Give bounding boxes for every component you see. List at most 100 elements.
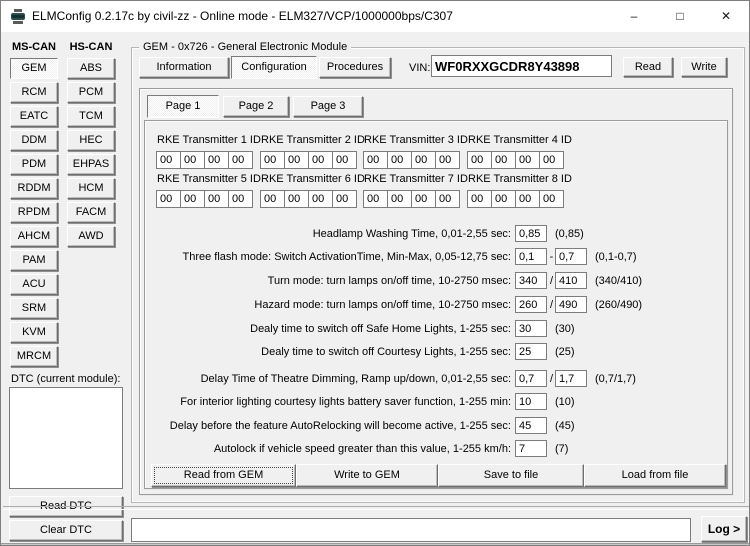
rke-3-byte-1[interactable]	[363, 151, 388, 169]
rke-8-byte-1[interactable]	[467, 190, 492, 208]
safe-home-lights-input[interactable]	[515, 320, 547, 337]
rke-4-byte-3[interactable]	[515, 151, 540, 169]
param-row-battery-saver: For interior lighting courtesy lights ba…	[145, 393, 727, 411]
sidebar-item-pcm[interactable]: PCM	[67, 82, 115, 103]
log-toggle-button[interactable]: Log >	[701, 516, 747, 542]
sidebar-item-hec[interactable]: HEC	[67, 130, 115, 151]
autorelocking-delay-input[interactable]	[515, 417, 547, 434]
sidebar-item-tcm[interactable]: TCM	[67, 106, 115, 127]
clear-dtc-button[interactable]: Clear DTC	[9, 520, 123, 541]
rke-3-byte-2[interactable]	[387, 151, 412, 169]
param-row-three-flash: Three flash mode: Switch ActivationTime,…	[145, 248, 727, 266]
rke-2-label: RKE Transmitter 2 ID	[261, 134, 365, 146]
param-label: Hazard mode: turn lamps on/off time, 10-…	[254, 299, 511, 311]
hazard-off-time-input[interactable]	[555, 296, 587, 313]
rke-5-label: RKE Transmitter 5 ID	[157, 173, 261, 185]
rke-5-byte-3[interactable]	[204, 190, 229, 208]
rke-2-byte-1[interactable]	[260, 151, 285, 169]
tab-page-2[interactable]: Page 2	[223, 96, 289, 117]
minimize-button[interactable]: –	[611, 1, 657, 32]
sidebar-item-awd[interactable]: AWD	[67, 226, 115, 247]
sidebar-item-ehpas[interactable]: EHPAS	[67, 154, 115, 175]
theatre-dimming-up-input[interactable]	[515, 370, 547, 387]
tab-configuration[interactable]: Configuration	[231, 56, 317, 79]
ms-can-header: MS-CAN	[10, 41, 58, 53]
load-from-file-button[interactable]: Load from file	[584, 464, 726, 487]
vin-write-button[interactable]: Write	[681, 57, 727, 77]
close-button[interactable]: ✕	[703, 1, 749, 32]
rke-6-byte-3[interactable]	[308, 190, 333, 208]
sidebar-item-rpdm[interactable]: RPDM	[10, 202, 58, 223]
sidebar-item-hcm[interactable]: HCM	[67, 178, 115, 199]
bottom-divider	[3, 506, 749, 510]
rke-4-byte-2[interactable]	[491, 151, 516, 169]
rke-1-byte-3[interactable]	[204, 151, 229, 169]
sidebar-item-mrcm[interactable]: MRCM	[10, 346, 58, 367]
rke-4-byte-1[interactable]	[467, 151, 492, 169]
module-groupbox-title: GEM - 0x726 - General Electronic Module	[139, 41, 351, 53]
rke-3-byte-3[interactable]	[411, 151, 436, 169]
rke-7-byte-3[interactable]	[411, 190, 436, 208]
sidebar-item-srm[interactable]: SRM	[10, 298, 58, 319]
battery-saver-input[interactable]	[515, 393, 547, 410]
write-to-gem-button[interactable]: Write to GEM	[296, 464, 438, 487]
sidebar-item-facm[interactable]: FACM	[67, 202, 115, 223]
rke-4-byte-4[interactable]	[539, 151, 564, 169]
rke-2-byte-4[interactable]	[332, 151, 357, 169]
headlamp-washing-input[interactable]	[515, 225, 547, 242]
sidebar-item-gem[interactable]: GEM	[10, 58, 58, 79]
turn-off-time-input[interactable]	[555, 272, 587, 289]
app-icon	[9, 8, 27, 26]
sidebar-item-pdm[interactable]: PDM	[10, 154, 58, 175]
tab-information[interactable]: Information	[139, 57, 229, 78]
sidebar-item-abs[interactable]: ABS	[67, 58, 115, 79]
rke-2-byte-3[interactable]	[308, 151, 333, 169]
param-default: (0,85)	[555, 228, 584, 240]
rke-8-byte-2[interactable]	[491, 190, 516, 208]
save-to-file-button[interactable]: Save to file	[438, 464, 584, 487]
sidebar-item-kvm[interactable]: KVM	[10, 322, 58, 343]
rke-6-byte-2[interactable]	[284, 190, 309, 208]
sidebar-item-rddm[interactable]: RDDM	[10, 178, 58, 199]
sidebar-item-rcm[interactable]: RCM	[10, 82, 58, 103]
vin-read-button[interactable]: Read	[623, 57, 673, 77]
courtesy-lights-input[interactable]	[515, 343, 547, 360]
turn-on-time-input[interactable]	[515, 272, 547, 289]
tab-page-1[interactable]: Page 1	[147, 95, 219, 118]
rke-1-byte-2[interactable]	[180, 151, 205, 169]
rke-8-byte-3[interactable]	[515, 190, 540, 208]
theatre-dimming-down-input[interactable]	[555, 370, 587, 387]
dtc-list[interactable]	[9, 387, 123, 489]
sidebar-item-pam[interactable]: PAM	[10, 250, 58, 271]
rke-6-byte-4[interactable]	[332, 190, 357, 208]
rke-5-byte-4[interactable]	[228, 190, 253, 208]
rke-8-label: RKE Transmitter 8 ID	[468, 173, 572, 185]
vin-input[interactable]	[431, 55, 612, 77]
autolock-speed-input[interactable]	[515, 440, 547, 457]
tab-procedures[interactable]: Procedures	[319, 57, 391, 78]
rke-5-byte-1[interactable]	[156, 190, 181, 208]
rke-7-byte-4[interactable]	[435, 190, 460, 208]
param-row-turn-mode: Turn mode: turn lamps on/off time, 10-27…	[145, 272, 727, 290]
tab-page-3[interactable]: Page 3	[293, 96, 363, 117]
param-default: (7)	[555, 443, 568, 455]
rke-1-byte-4[interactable]	[228, 151, 253, 169]
three-flash-min-input[interactable]	[515, 248, 547, 265]
maximize-button[interactable]: □	[657, 1, 703, 32]
rke-5-byte-2[interactable]	[180, 190, 205, 208]
rke-3-byte-4[interactable]	[435, 151, 460, 169]
rke-1-byte-1[interactable]	[156, 151, 181, 169]
three-flash-max-input[interactable]	[555, 248, 587, 265]
sidebar-item-eatc[interactable]: EATC	[10, 106, 58, 127]
rke-8-byte-4[interactable]	[539, 190, 564, 208]
read-from-gem-button[interactable]: Read from GEM	[151, 464, 296, 487]
sidebar-item-ahcm[interactable]: AHCM	[10, 226, 58, 247]
sidebar-item-ddm[interactable]: DDM	[10, 130, 58, 151]
hazard-on-time-input[interactable]	[515, 296, 547, 313]
rke-7-byte-1[interactable]	[363, 190, 388, 208]
log-line-field[interactable]	[131, 518, 691, 542]
rke-7-byte-2[interactable]	[387, 190, 412, 208]
rke-6-byte-1[interactable]	[260, 190, 285, 208]
rke-2-byte-2[interactable]	[284, 151, 309, 169]
sidebar-item-acu[interactable]: ACU	[10, 274, 58, 295]
